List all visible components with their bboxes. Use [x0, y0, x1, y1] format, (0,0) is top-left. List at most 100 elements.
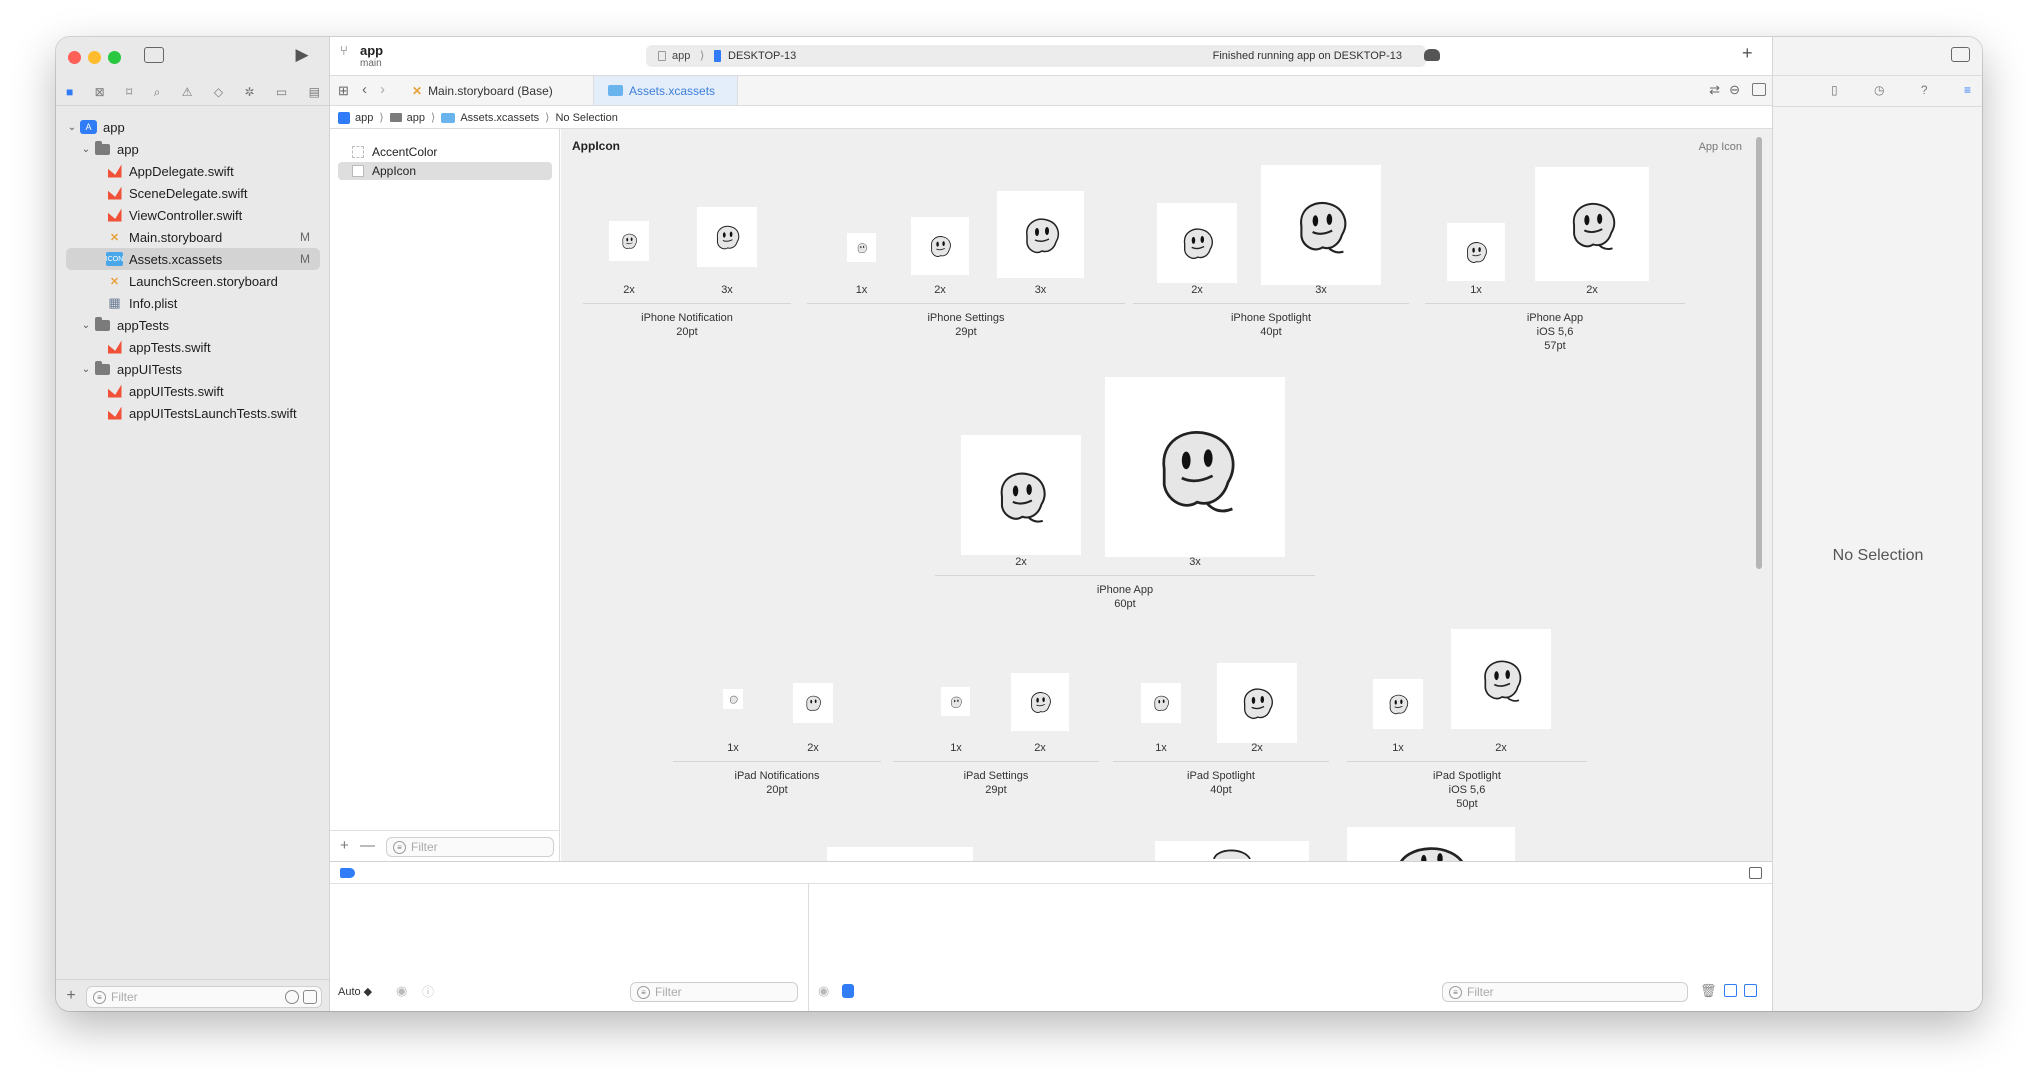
- tree-item-file[interactable]: appTests.swift: [66, 336, 320, 358]
- grid-icon[interactable]: ⊞: [338, 83, 349, 99]
- icon-slot[interactable]: [1157, 203, 1237, 283]
- icon-slot[interactable]: [847, 233, 876, 262]
- console-filter-input[interactable]: ≡ Filter: [1442, 982, 1688, 1002]
- asset-filter-input[interactable]: ≡ Filter: [386, 837, 554, 857]
- breadcrumb-item[interactable]: app: [407, 112, 425, 124]
- icon-slot[interactable]: [723, 689, 743, 709]
- smiley-icon: [950, 696, 962, 708]
- help-icon[interactable]: ?: [1921, 83, 1928, 97]
- hide-debug-area-icon[interactable]: [1749, 867, 1762, 879]
- icon-slot[interactable]: [1451, 629, 1551, 729]
- icon-slot[interactable]: [961, 435, 1081, 555]
- smiley-icon: [1025, 218, 1059, 253]
- icon-slot[interactable]: [793, 683, 833, 723]
- destination-app[interactable]: app: [672, 50, 690, 62]
- tab-main-storyboard[interactable]: ✕ Main.storyboard (Base): [398, 76, 594, 105]
- icon-slot[interactable]: [911, 217, 969, 275]
- bookmark-icon[interactable]: ⌑: [126, 85, 132, 99]
- tab-assets[interactable]: Assets.xcassets: [594, 76, 738, 105]
- breadcrumb-item[interactable]: No Selection: [555, 112, 617, 124]
- breakpoint-icon[interactable]: ▭: [276, 85, 287, 99]
- icon-slot[interactable]: [1105, 377, 1285, 557]
- variables-scope-select[interactable]: Auto ◆: [338, 985, 372, 998]
- close-window-button[interactable]: [68, 51, 81, 64]
- back-icon[interactable]: ‹: [362, 81, 367, 98]
- folder-icon[interactable]: ■: [66, 85, 73, 99]
- add-asset-icon[interactable]: +: [340, 837, 349, 854]
- tree-item-file[interactable]: appUITestsLaunchTests.swift: [66, 402, 320, 424]
- tree-item-group-uitests[interactable]: ⌄ appUITests: [66, 358, 320, 380]
- tree-item-file[interactable]: ✕ LaunchScreen.storyboard: [66, 270, 320, 292]
- breadcrumb-item[interactable]: app: [355, 112, 373, 124]
- toggle-icon[interactable]: [842, 984, 854, 998]
- group-size-secondary: 50pt: [1456, 798, 1478, 810]
- test-icon[interactable]: ◇: [214, 85, 223, 99]
- project-navigator: ▶ ■ ⊠ ⌑ ⌕ ⚠ ◇ ✲ ▭ ▤ ⌄ Aapp ⌄ app AppDelega…: [56, 37, 330, 1011]
- eye-icon[interactable]: ◉: [818, 983, 829, 999]
- tree-item-group-tests[interactable]: ⌄ appTests: [66, 314, 320, 336]
- history-icon[interactable]: ◷: [1874, 83, 1884, 97]
- remove-asset-icon[interactable]: —: [360, 837, 375, 854]
- tree-item-file[interactable]: AppDelegate.swift: [66, 160, 320, 182]
- variables-filter-input[interactable]: ≡ Filter: [630, 982, 798, 1002]
- icon-slot[interactable]: [1447, 223, 1505, 281]
- vertical-scrollbar[interactable]: [1756, 137, 1762, 569]
- tree-item-group-app[interactable]: ⌄ app: [66, 138, 320, 160]
- cloud-icon[interactable]: [1424, 49, 1440, 61]
- split-editor-icon[interactable]: [1752, 83, 1766, 96]
- icon-slot[interactable]: [697, 207, 757, 267]
- zoom-window-button[interactable]: [108, 51, 121, 64]
- tree-item-file[interactable]: ▦ Info.plist: [66, 292, 320, 314]
- more-icon[interactable]: ⊖: [1729, 82, 1740, 98]
- navigator-filter-input[interactable]: ≡ Filter: [86, 986, 322, 1008]
- scheme-name[interactable]: app: [360, 43, 383, 58]
- left-pane-icon[interactable]: [1724, 984, 1737, 997]
- file-inspector-icon[interactable]: ▯: [1831, 83, 1838, 97]
- minimize-window-button[interactable]: [88, 51, 101, 64]
- adjust-editor-icon[interactable]: ⇄: [1709, 82, 1720, 98]
- icon-slot[interactable]: [609, 221, 649, 261]
- eye-icon[interactable]: ◉: [396, 983, 407, 999]
- icon-slot[interactable]: [997, 191, 1084, 278]
- tree-item-file[interactable]: SceneDelegate.swift: [66, 182, 320, 204]
- tree-item-file[interactable]: appUITests.swift: [66, 380, 320, 402]
- tree-item-project[interactable]: ⌄ Aapp: [66, 116, 320, 138]
- icon-slot[interactable]: [1155, 841, 1309, 861]
- icon-slot[interactable]: [941, 687, 970, 716]
- trash-icon[interactable]: 🗑: [1700, 983, 1717, 999]
- source-control-icon[interactable]: ⊠: [95, 85, 105, 99]
- icon-slot[interactable]: [1347, 827, 1515, 861]
- add-library-button[interactable]: +: [1742, 43, 1753, 64]
- destination-device[interactable]: DESKTOP-13: [728, 50, 796, 62]
- breakpoints-toggle-icon[interactable]: [340, 868, 355, 878]
- forward-icon[interactable]: ›: [380, 81, 385, 98]
- add-file-icon[interactable]: +: [64, 987, 78, 1005]
- run-button[interactable]: ▶: [292, 46, 312, 64]
- tree-item-file[interactable]: ✕ Main.storyboard M: [66, 226, 320, 248]
- tree-item-file[interactable]: ViewController.swift: [66, 204, 320, 226]
- breadcrumb-item[interactable]: Assets.xcassets: [460, 112, 539, 124]
- icon-slot[interactable]: [1261, 165, 1381, 285]
- asset-item-app-icon[interactable]: AppIcon: [338, 162, 552, 180]
- search-icon[interactable]: ⌕: [154, 85, 161, 100]
- asset-item-accent-color[interactable]: AccentColor: [338, 143, 552, 161]
- icon-slot[interactable]: [1217, 663, 1297, 743]
- icon-slot[interactable]: [1141, 683, 1181, 723]
- tree-item-file-selected[interactable]: ICON Assets.xcassets M: [66, 248, 320, 270]
- recent-icon[interactable]: [285, 990, 299, 1004]
- right-pane-icon[interactable]: [1744, 984, 1757, 997]
- scm-filter-icon[interactable]: [303, 990, 317, 1004]
- icon-slot[interactable]: [1535, 167, 1649, 281]
- debug-icon[interactable]: ✲: [244, 85, 254, 99]
- warning-icon[interactable]: ⚠: [182, 85, 193, 99]
- attributes-icon[interactable]: ≡: [1964, 83, 1971, 97]
- inspector-toggle-icon[interactable]: [1951, 47, 1970, 62]
- icon-slot[interactable]: [1011, 673, 1069, 731]
- icon-slot[interactable]: [827, 847, 973, 861]
- sidebar-toggle-icon[interactable]: [144, 47, 164, 63]
- info-icon[interactable]: ⓘ: [422, 983, 434, 1000]
- group-size: 29pt: [955, 326, 977, 338]
- report-icon[interactable]: ▤: [309, 85, 320, 99]
- icon-slot[interactable]: [1373, 679, 1423, 729]
- branch-icon: ⑂: [340, 43, 348, 58]
